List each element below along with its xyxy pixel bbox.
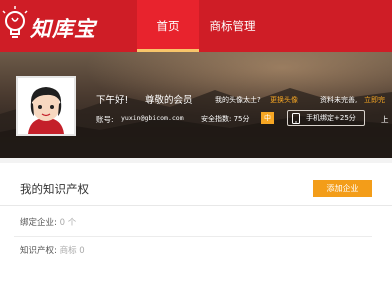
ip-count-label: 知识产权: [20,246,57,256]
user-banner: 下午好! 尊敬的会员 我的头像太土? 更换头像 资料未完善, 立即完 账号: y… [0,52,392,158]
ip-count-value[interactable]: 商标 0 [60,246,85,256]
avatar-prompt: 我的头像太土? [215,96,261,104]
phone-icon [292,113,300,124]
avatar[interactable] [16,76,76,136]
logo-wordmark: 知库宝 [30,16,96,41]
phone-bind-button[interactable]: 手机绑定+25分 [287,110,365,126]
account-label: 账号: [96,115,114,124]
ip-count-row: 知识产权: 商标 0 [20,244,85,256]
bound-companies-row: 绑定企业: 0 个 [20,216,76,228]
tab-home-label: 首页 [156,19,180,33]
tab-trademark-label: 商标管理 [209,19,256,33]
cartoon-avatar-icon [18,78,74,134]
complete-profile-link[interactable]: 立即完 [364,95,385,105]
row-divider [14,236,372,237]
card-header-divider [0,205,392,206]
app-root: 知库宝 首页 商标管理 下午好! 尊敬的会员 我的头像太土? 更换头像 资料未完… [0,0,392,287]
tab-home[interactable]: 首页 [137,0,199,52]
member-title: 尊敬的会员 [145,95,193,106]
add-company-button[interactable]: 添加企业 [313,180,372,197]
change-avatar-link[interactable]: 更换头像 [270,95,298,105]
account-value: yuxin@gbicom.com [121,114,184,122]
ip-card: 我的知识产权 添加企业 绑定企业: 0 个 知识产权: 商标 0 [0,163,392,287]
profile-incomplete-notice: 资料未完善, [320,96,358,104]
security-level-badge: 中 [261,112,274,124]
top-nav-bar: 知库宝 首页 商标管理 [0,0,392,52]
bound-companies-label: 绑定企业: [20,218,57,228]
greeting-text: 下午好! [96,95,129,106]
logo[interactable]: 知库宝 [0,4,110,48]
last-login-fragment: 上 [381,115,389,124]
bound-companies-value[interactable]: 0 个 [60,218,77,228]
security-score: 安全指数: 75分 [201,115,250,123]
card-title: 我的知识产权 [20,182,89,196]
phone-bind-label: 手机绑定+25分 [306,114,356,122]
tab-trademark-management[interactable]: 商标管理 [205,0,260,52]
